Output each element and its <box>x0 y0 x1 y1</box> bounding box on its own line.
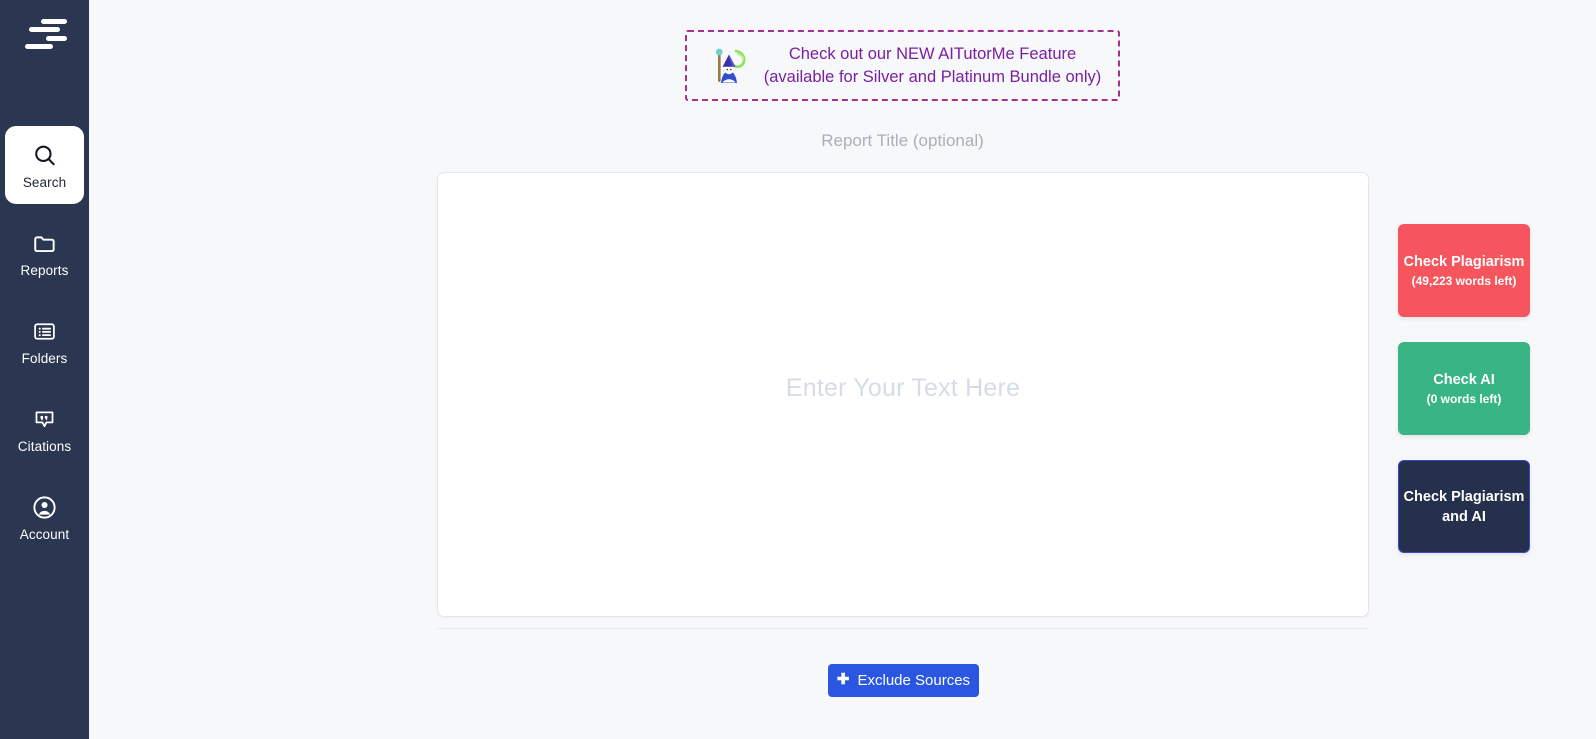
check-ai-button[interactable]: Check AI (0 words left) <box>1398 342 1530 435</box>
search-icon <box>32 141 58 171</box>
action-buttons-panel: Check Plagiarism (49,223 words left) Che… <box>1398 224 1530 553</box>
sidebar-item-reports[interactable]: Reports <box>5 214 84 292</box>
app-logo[interactable] <box>0 0 89 68</box>
promo-line-2: (available for Silver and Platinum Bundl… <box>763 67 1102 86</box>
sidebar-item-label: Citations <box>17 438 72 454</box>
editor-divider <box>437 628 1369 629</box>
check-ai-words-left: (0 words left) <box>1426 392 1502 406</box>
exclude-sources-label: Exclude Sources <box>857 672 971 689</box>
plus-icon: ✚ <box>836 671 850 688</box>
sidebar-item-label: Folders <box>21 350 68 366</box>
text-editor-area[interactable]: Enter Your Text Here <box>437 172 1369 617</box>
check-plagiarism-and-ai-title: Check Plagiarism and AI <box>1403 488 1525 525</box>
quote-bubble-icon <box>32 405 57 435</box>
list-icon <box>32 317 57 347</box>
check-plagiarism-words-left: (49,223 words left) <box>1411 274 1517 288</box>
sidebar-item-label: Account <box>19 526 70 542</box>
check-ai-title: Check AI <box>1433 372 1495 388</box>
sidebar-item-citations[interactable]: Citations <box>5 390 84 468</box>
sidebar: Search Reports Folders Citations Account <box>0 0 89 739</box>
exclude-sources-button[interactable]: ✚ Exclude Sources <box>828 664 979 697</box>
aitutorme-promo-banner[interactable]: Check out our NEW AITutorMe Feature (ava… <box>685 30 1120 101</box>
promo-line-1: Check out our NEW AITutorMe Feature <box>788 44 1077 63</box>
wizard-icon <box>705 45 751 87</box>
sidebar-item-search[interactable]: Search <box>5 126 84 204</box>
report-title-input[interactable]: Report Title (optional) <box>436 125 1369 157</box>
check-plagiarism-title: Check Plagiarism <box>1403 254 1525 270</box>
check-plagiarism-and-ai-button[interactable]: Check Plagiarism and AI <box>1398 460 1530 553</box>
sidebar-nav: Search Reports Folders Citations Account <box>0 126 89 566</box>
sidebar-item-folders[interactable]: Folders <box>5 302 84 380</box>
check-plagiarism-button[interactable]: Check Plagiarism (49,223 words left) <box>1398 224 1530 317</box>
app-root: Search Reports Folders Citations Account… <box>0 0 1596 739</box>
sidebar-item-account[interactable]: Account <box>5 478 84 556</box>
promo-text: Check out our NEW AITutorMe Feature (ava… <box>757 43 1118 89</box>
editor-placeholder: Enter Your Text Here <box>785 374 1021 402</box>
logo-bars-icon <box>23 19 67 49</box>
sidebar-item-label: Search <box>22 174 67 190</box>
user-circle-icon <box>31 493 58 523</box>
main-content: Check out our NEW AITutorMe Feature (ava… <box>89 0 1596 739</box>
folder-icon <box>32 229 58 259</box>
sidebar-item-label: Reports <box>20 262 69 278</box>
